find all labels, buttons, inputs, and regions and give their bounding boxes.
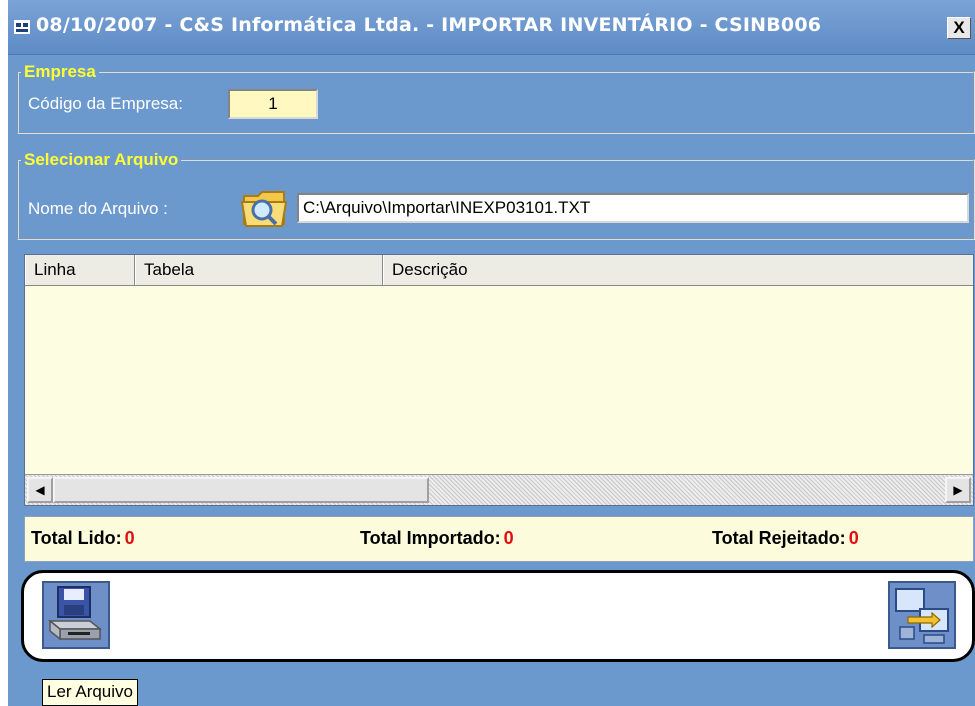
window-title: 08/10/2007 - C&S Informática Ltda. - IMP…	[36, 14, 822, 36]
column-header-descricao[interactable]: Descrição	[383, 255, 973, 285]
folder-search-icon[interactable]	[238, 184, 292, 230]
close-button[interactable]: X	[947, 17, 971, 39]
title-bar: 08/10/2007 - C&S Informática Ltda. - IMP…	[8, 0, 975, 55]
arquivo-legend: Selecionar Arquivo	[24, 150, 179, 169]
total-importado-label: Total Importado:	[360, 528, 501, 548]
import-grid: Linha Tabela Descrição ◀ ▶	[24, 254, 974, 506]
total-rejeitado-value: 0	[848, 528, 859, 548]
import-inventory-window: 08/10/2007 - C&S Informática Ltda. - IMP…	[8, 0, 975, 706]
scroll-thumb[interactable]	[53, 477, 429, 503]
total-importado: Total Importado: 0	[360, 528, 514, 549]
empresa-code-label: Código da Empresa:	[28, 94, 183, 113]
exit-button[interactable]	[888, 581, 956, 649]
totals-bar: Total Lido: 0 Total Importado: 0 Total Rej…	[24, 516, 974, 562]
column-header-tabela[interactable]: Tabela	[135, 255, 383, 285]
floppy-drive-icon	[47, 586, 103, 641]
empresa-code-input[interactable]: 1	[228, 89, 318, 119]
computers-transfer-icon	[895, 588, 949, 644]
file-path-input[interactable]: C:\Arquivo\Importar\INEXP03101.TXT	[297, 193, 969, 223]
total-rejeitado: Total Rejeitado: 0	[712, 528, 859, 549]
app-icon	[14, 20, 30, 34]
total-rejeitado-label: Total Rejeitado:	[712, 528, 846, 548]
total-importado-value: 0	[503, 528, 514, 548]
horizontal-scrollbar[interactable]: ◀ ▶	[25, 474, 973, 505]
scroll-right-button[interactable]: ▶	[945, 477, 971, 503]
total-lido: Total Lido: 0	[31, 528, 135, 549]
read-file-button[interactable]	[42, 581, 110, 649]
total-lido-value: 0	[124, 528, 135, 548]
grid-header: Linha Tabela Descrição	[25, 255, 973, 286]
read-file-tooltip: Ler Arquivo	[42, 679, 138, 706]
scroll-left-button[interactable]: ◀	[27, 477, 53, 503]
file-name-label: Nome do Arquivo :	[28, 199, 168, 218]
total-lido-label: Total Lido:	[31, 528, 122, 548]
empresa-legend: Empresa	[24, 62, 96, 81]
button-panel	[21, 570, 975, 662]
column-header-linha[interactable]: Linha	[25, 255, 135, 285]
